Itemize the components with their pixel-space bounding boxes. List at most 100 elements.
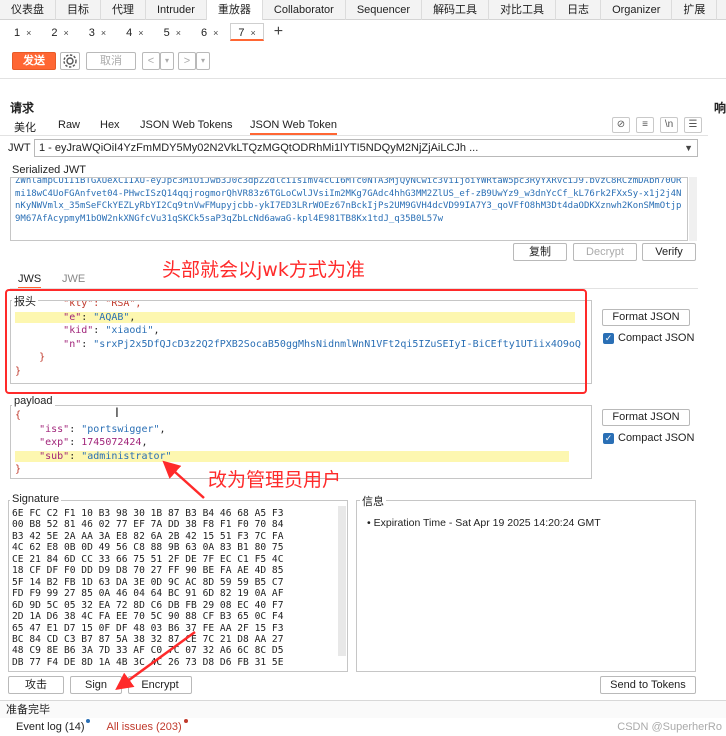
repeater-tab-label: 5 — [163, 27, 170, 39]
serialized-jwt-editor[interactable]: ZWhlampCUiIiBTGXUeXCIIXU-eyJpc3MiOiJwb3J… — [10, 177, 688, 241]
repeater-tab-7[interactable]: 7 × — [230, 23, 264, 41]
request-title: 请求 — [10, 101, 35, 115]
info-panel-label: 信息 — [360, 493, 386, 509]
signature-hex-rows: 6E FC C2 F1 10 B3 98 30 1B 87 B3 B4 46 6… — [9, 508, 347, 668]
top-tab-dashboard[interactable]: 仪表盘 — [0, 0, 56, 20]
status-bar: 准备完毕 — [0, 700, 726, 718]
sign-button[interactable]: Sign — [70, 676, 122, 694]
settings-icon[interactable] — [60, 52, 80, 70]
subtab-raw[interactable]: Raw — [58, 119, 80, 131]
divider — [0, 78, 726, 79]
expiration-time-text: Expiration Time - Sat Apr 19 2025 14:20:… — [373, 517, 601, 529]
verify-button[interactable]: Verify — [642, 243, 696, 261]
highlight-line: "sub": "administrator" — [15, 450, 569, 462]
subtab-json-web-token[interactable]: JSON Web Token — [250, 119, 338, 135]
back-button[interactable]: < — [142, 52, 160, 70]
signature-panel-label: Signature — [10, 493, 62, 505]
response-title: 响 — [714, 101, 726, 115]
jwt-selected-value: 1 - eyJraWQiOiI4YzFmMDY5My02N2VkLTQzMGQt… — [39, 142, 479, 154]
close-icon[interactable]: × — [138, 28, 143, 38]
top-tab-decoder[interactable]: 解码工具 — [422, 0, 490, 20]
encrypt-button[interactable]: Encrypt — [128, 676, 192, 694]
tab-jwe[interactable]: JWE — [62, 273, 85, 285]
top-tab-logger[interactable]: 日志 — [556, 0, 602, 20]
close-icon[interactable]: × — [213, 28, 218, 38]
decrypt-button[interactable]: Decrypt — [573, 243, 637, 261]
send-to-tokens-button[interactable]: Send to Tokens — [600, 676, 696, 694]
info-panel: • Expiration Time - Sat Apr 19 2025 14:2… — [356, 500, 696, 672]
back-history-dropdown[interactable]: ▾ — [160, 52, 174, 70]
cancel-button[interactable]: 取消 — [86, 52, 136, 70]
payload-panel-label: payload — [12, 395, 55, 407]
repeater-tab-label: 7 — [238, 27, 245, 39]
jwt-selector[interactable]: 1 - eyJraWQiOiI4YzFmMDY5My02N2VkLTQzMGQt… — [34, 139, 698, 157]
top-tab-organizer[interactable]: Organizer — [601, 0, 673, 20]
copy-button[interactable]: 复制 — [513, 243, 567, 261]
repeater-tab-4[interactable]: 4 × — [118, 23, 151, 41]
close-icon[interactable]: × — [250, 28, 255, 38]
top-tab-comparer[interactable]: 对比工具 — [489, 0, 557, 20]
checkbox-icon[interactable]: ✓ — [603, 432, 614, 444]
repeater-tab-1[interactable]: 1 × — [6, 23, 39, 41]
hex-row: 6E FC C2 F1 10 B3 98 30 1B 87 B3 B4 46 6… — [12, 508, 284, 519]
top-tab-repeater[interactable]: 重放器 — [206, 0, 263, 20]
top-menu-bar: 仪表盘 目标 代理 Intruder 重放器 Collaborator Sequ… — [0, 0, 726, 20]
newline-icon[interactable]: \n — [660, 117, 678, 133]
send-button[interactable]: 发送 — [12, 52, 56, 70]
forward-history-dropdown[interactable]: ▾ — [196, 52, 210, 70]
subtab-json-web-tokens[interactable]: JSON Web Tokens — [140, 119, 233, 131]
add-tab-icon[interactable]: + — [268, 23, 289, 41]
all-issues-label: All issues (203) — [106, 721, 182, 733]
hex-row: 6D 9D 5C 05 32 EA 72 8D C6 DB FB 29 08 E… — [12, 599, 284, 611]
checkbox-icon[interactable]: ✓ — [603, 332, 614, 344]
subtab-pretty[interactable]: 美化 — [14, 119, 36, 135]
repeater-tab-label: 1 — [14, 27, 21, 39]
tab-jws[interactable]: JWS — [18, 273, 42, 289]
hex-row: 18 CF DF F0 DD D9 D8 70 27 FF 90 BE FA A… — [12, 565, 284, 577]
all-issues-link[interactable]: All issues (203) — [106, 719, 188, 736]
top-tab-sequencer[interactable]: Sequencer — [346, 0, 423, 20]
top-tab-target[interactable]: 目标 — [56, 0, 101, 20]
forward-button[interactable]: > — [178, 52, 196, 70]
top-tab-proxy[interactable]: 代理 — [101, 0, 146, 20]
hex-row: 00 B8 52 81 46 02 77 EF 7A DD 38 F8 F1 F… — [12, 519, 284, 531]
scrollbar[interactable] — [338, 506, 346, 656]
hide-icon[interactable]: ⊘ — [612, 117, 630, 133]
format-icon[interactable]: ≡ — [636, 117, 654, 133]
hex-row: BC 84 CD C3 B7 87 5A 38 32 87 CE 7C 21 D… — [12, 633, 284, 645]
repeater-tab-2[interactable]: 2 × — [43, 23, 76, 41]
repeater-tab-label: 4 — [126, 27, 133, 39]
signature-hex-editor[interactable]: 6E FC C2 F1 10 B3 98 30 1B 87 B3 B4 46 6… — [8, 500, 348, 672]
payload-format-json-button[interactable]: Format JSON — [602, 409, 690, 426]
repeater-tab-6[interactable]: 6 × — [193, 23, 226, 41]
scrollbar[interactable] — [689, 177, 697, 241]
close-icon[interactable]: × — [64, 28, 69, 38]
hex-row: CE 21 84 6D CC 33 66 75 51 2F DE 7F EC C… — [12, 553, 284, 565]
repeater-tab-label: 6 — [200, 27, 208, 39]
close-icon[interactable]: × — [101, 28, 106, 38]
compact-json-label: Compact JSON — [618, 332, 695, 344]
top-tab-intruder[interactable]: Intruder — [146, 0, 207, 20]
top-tab-extensions[interactable]: 扩展 — [672, 0, 718, 20]
repeater-tab-5[interactable]: 5 × — [156, 23, 189, 41]
top-tab-learn[interactable]: 学 — [717, 0, 726, 20]
top-tab-collaborator[interactable]: Collaborator — [263, 0, 346, 20]
subtab-hex[interactable]: Hex — [100, 119, 120, 131]
header-format-json-button[interactable]: Format JSON — [602, 309, 690, 326]
close-icon[interactable]: × — [26, 28, 31, 38]
hex-row: DB 77 F4 DE 8D 1A 4B 3C 4C 26 73 D8 D6 F… — [12, 656, 284, 668]
close-icon[interactable]: × — [176, 28, 181, 38]
serialized-jwt-label: Serialized JWT — [12, 164, 86, 176]
notification-dot — [183, 719, 188, 723]
event-log-link[interactable]: Event log (14) — [16, 719, 91, 736]
payload-compact-json-checkbox[interactable]: ✓ Compact JSON — [603, 432, 694, 444]
header-compact-json-checkbox[interactable]: ✓ Compact JSON — [603, 332, 694, 344]
notification-dot — [86, 719, 91, 723]
bullet-icon: • — [367, 517, 371, 529]
menu-icon[interactable]: ☰ — [684, 117, 702, 133]
repeater-tab-3[interactable]: 3 × — [81, 23, 114, 41]
info-bullet: • Expiration Time - Sat Apr 19 2025 14:2… — [367, 517, 601, 529]
attack-button[interactable]: 攻击 — [8, 676, 64, 694]
annotation-header-note: 头部就会以jwk方式为准 — [162, 259, 365, 281]
serialized-jwt-text: ZWhlampCUiIiBTGXUeXCIIXU-eyJpc3MiOiJwb3J… — [15, 177, 682, 224]
